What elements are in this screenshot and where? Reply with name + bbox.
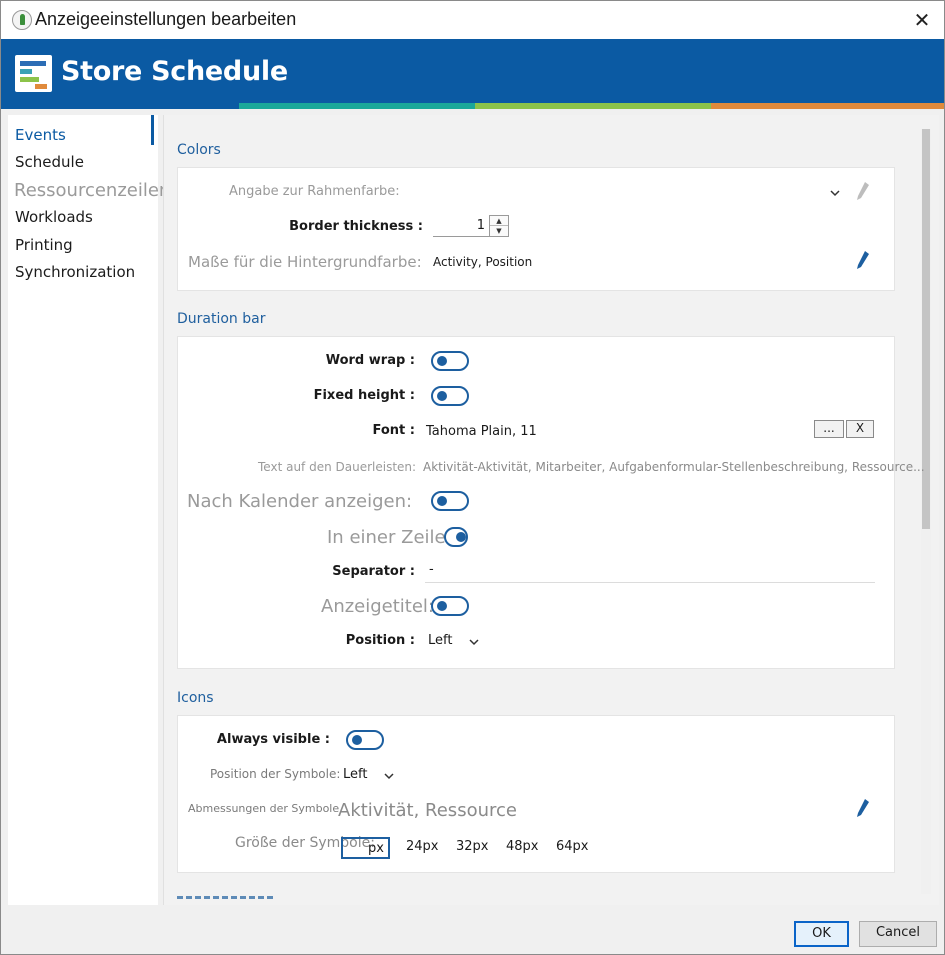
sidebar-nav: Events Schedule Workloads Printing Synch…	[8, 115, 158, 905]
display-title-toggle[interactable]	[431, 596, 469, 616]
icon-position-dropdown-chevron-icon[interactable]	[384, 771, 394, 781]
app-icon	[12, 10, 32, 30]
banner-stripe-teal	[239, 103, 475, 109]
icon-size-option-64[interactable]: 64px	[554, 837, 591, 859]
banner-stripe-green	[475, 103, 711, 109]
section-title-icons: Icons	[177, 690, 214, 706]
font-clear-button[interactable]: X	[846, 420, 874, 438]
sidebar-item-workloads[interactable]: Workloads	[15, 208, 93, 226]
bar-text-value: Aktivität-Aktivität, Mitarbeiter, Aufgab…	[423, 460, 925, 474]
window-title: Anzeigeeinstellungen bearbeiten	[35, 9, 297, 29]
font-value: Tahoma Plain, 11	[426, 424, 537, 439]
separator-input-underline	[425, 582, 875, 583]
show-by-calendar-label: Nach Kalender anzeigen:	[187, 491, 413, 512]
stepper-down-icon[interactable]: ▼	[490, 226, 508, 236]
store-schedule-logo-icon	[15, 55, 52, 92]
separator-value[interactable]: -	[429, 562, 434, 577]
close-button[interactable]: ✕	[910, 8, 934, 32]
background-color-pencil-icon[interactable]	[856, 250, 870, 272]
sidebar-item-schedule[interactable]: Schedule	[15, 153, 84, 171]
border-color-dropdown-chevron-icon[interactable]	[830, 188, 840, 198]
fixed-height-toggle[interactable]	[431, 386, 469, 406]
position-label: Position :	[345, 633, 415, 648]
always-visible-label: Always visible :	[216, 732, 330, 747]
single-line-label: In einer Zeile:	[327, 527, 452, 548]
word-wrap-label: Word wrap :	[325, 353, 415, 368]
cancel-button[interactable]: Cancel	[859, 921, 937, 947]
sidebar-item-events[interactable]: Events	[15, 126, 66, 144]
close-icon: ✕	[913, 8, 931, 32]
border-thickness-stepper[interactable]: 1 ▲ ▼	[433, 215, 509, 237]
sidebar-item-synchronization[interactable]: Synchronization	[15, 263, 135, 281]
sidebar-active-indicator	[151, 115, 154, 145]
icon-dimensions-value: Aktivität, Ressource	[338, 800, 517, 821]
icon-size-option-48[interactable]: 48px	[504, 837, 541, 859]
background-color-label: Maße für die Hintergrundfarbe:	[188, 253, 422, 271]
word-wrap-toggle[interactable]	[431, 351, 469, 371]
dialog-window: Anzeigeeinstellungen bearbeiten ✕ Store …	[0, 0, 945, 955]
border-thickness-label: Border thickness :	[289, 219, 423, 234]
single-line-toggle[interactable]	[444, 527, 468, 547]
bar-text-label: Text auf den Dauerleisten:	[258, 460, 417, 474]
banner: Store Schedule	[1, 39, 944, 109]
font-browse-button[interactable]: ...	[814, 420, 844, 438]
next-section-peek	[177, 893, 277, 899]
banner-title: Store Schedule	[61, 56, 288, 87]
section-title-colors: Colors	[177, 142, 221, 158]
title-bar: Anzeigeeinstellungen bearbeiten ✕	[1, 1, 944, 39]
icon-size-option-24[interactable]: 24px	[404, 837, 441, 859]
banner-stripe-orange	[711, 103, 944, 109]
always-visible-toggle[interactable]	[346, 730, 384, 750]
border-color-pencil-icon[interactable]	[856, 181, 870, 203]
icon-size-option-16[interactable]: px	[341, 837, 390, 859]
section-title-duration-bar: Duration bar	[177, 311, 266, 327]
icon-size-option-32[interactable]: 32px	[454, 837, 491, 859]
separator-label: Separator :	[332, 564, 415, 579]
border-thickness-value[interactable]: 1	[477, 218, 485, 233]
background-color-value: Activity, Position	[433, 255, 533, 269]
stepper-arrows[interactable]: ▲ ▼	[489, 215, 509, 237]
ok-button[interactable]: OK	[794, 921, 849, 947]
position-dropdown-chevron-icon[interactable]	[469, 637, 479, 647]
icon-dimensions-label: Abmessungen der Symbole	[188, 802, 340, 815]
fixed-height-label: Fixed height :	[313, 388, 415, 403]
display-title-label: Anzeigetitel:	[321, 596, 435, 617]
icon-dimensions-pencil-icon[interactable]	[856, 798, 870, 820]
show-by-calendar-toggle[interactable]	[431, 491, 469, 511]
icon-position-label: Position der Symbole:	[210, 767, 341, 781]
position-value[interactable]: Left	[428, 633, 452, 648]
border-color-label: Angabe zur Rahmenfarbe:	[229, 184, 400, 199]
sidebar-item-resource-rows[interactable]: Ressourcenzeilen	[14, 180, 170, 201]
font-label: Font :	[372, 423, 415, 438]
sidebar-item-printing[interactable]: Printing	[15, 236, 73, 254]
stepper-up-icon[interactable]: ▲	[490, 216, 508, 226]
icon-position-value[interactable]: Left	[343, 767, 367, 782]
